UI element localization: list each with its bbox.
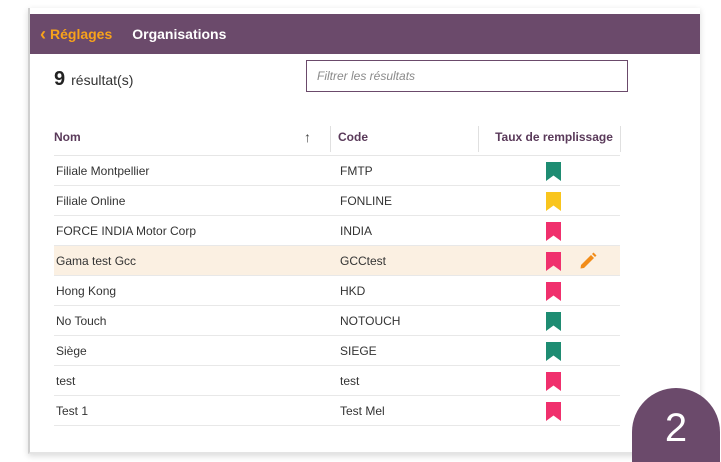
results-count: 9 xyxy=(54,68,66,90)
top-bar: ‹ Réglages Organisations xyxy=(30,14,700,54)
cell-name: Gama test Gcc xyxy=(56,254,137,268)
bookmark-icon xyxy=(546,372,561,391)
step-number-badge: 2 xyxy=(632,388,720,462)
back-link[interactable]: ‹ Réglages xyxy=(40,25,112,43)
app-frame: ‹ Réglages Organisations 9 résultat(s) N… xyxy=(28,8,700,454)
cell-name: test xyxy=(56,374,76,388)
cell-code: FONLINE xyxy=(340,194,393,208)
cell-code: Test Mel xyxy=(340,404,385,418)
cell-code: INDIA xyxy=(340,224,373,238)
results-summary: 9 résultat(s) xyxy=(54,68,133,91)
column-header-fill-rate[interactable]: Taux de remplissage xyxy=(484,118,624,156)
cell-name: Filiale Online xyxy=(56,194,126,208)
bookmark-icon xyxy=(546,162,561,181)
table-row[interactable]: Filiale Montpellier FMTP xyxy=(54,156,620,186)
bookmark-icon xyxy=(546,192,561,211)
pencil-icon[interactable] xyxy=(578,251,598,271)
column-separator xyxy=(478,126,479,152)
bookmark-icon xyxy=(546,252,561,271)
filter-input[interactable] xyxy=(306,60,628,92)
table-body: Filiale Montpellier FMTP Filiale Online FON… xyxy=(54,156,620,426)
table-row[interactable]: Siège SIEGE xyxy=(54,336,620,366)
table-row[interactable]: Hong Kong HKD xyxy=(54,276,620,306)
cell-name: No Touch xyxy=(56,314,107,328)
table-row[interactable]: No Touch NOTOUCH xyxy=(54,306,620,336)
sort-ascending-icon[interactable]: ↑ xyxy=(304,118,311,156)
table-row[interactable]: Filiale Online FONLINE xyxy=(54,186,620,216)
back-label: Réglages xyxy=(50,26,113,42)
cell-code: NOTOUCH xyxy=(340,314,401,328)
column-separator xyxy=(620,126,621,152)
cell-code: FMTP xyxy=(340,164,373,178)
column-header-code[interactable]: Code xyxy=(338,118,368,156)
table-row[interactable]: FORCE INDIA Motor Corp INDIA xyxy=(54,216,620,246)
bookmark-icon xyxy=(546,312,561,331)
bookmark-icon xyxy=(546,342,561,361)
cell-name: Filiale Montpellier xyxy=(56,164,150,178)
cell-name: FORCE INDIA Motor Corp xyxy=(56,224,197,238)
results-label: résultat(s) xyxy=(71,72,134,88)
cell-code: HKD xyxy=(340,284,366,298)
cell-name: Siège xyxy=(56,344,87,358)
table-header: Nom ↑ Code Taux de remplissage xyxy=(54,118,621,156)
cell-code: GCCtest xyxy=(340,254,387,268)
column-header-name[interactable]: Nom xyxy=(54,118,330,156)
column-separator xyxy=(330,126,331,152)
cell-code: test xyxy=(340,374,360,388)
bookmark-icon xyxy=(546,282,561,301)
cell-code: SIEGE xyxy=(340,344,377,358)
cell-name: Hong Kong xyxy=(56,284,117,298)
table-row[interactable]: Test 1 Test Mel xyxy=(54,396,620,426)
bookmark-icon xyxy=(546,402,561,421)
chevron-left-icon: ‹ xyxy=(40,24,46,44)
page-title: Organisations xyxy=(132,26,227,42)
table-row[interactable]: test test xyxy=(54,366,620,396)
table-row[interactable]: Gama test Gcc GCCtest xyxy=(54,246,620,276)
cell-name: Test 1 xyxy=(56,404,89,418)
bookmark-icon xyxy=(546,222,561,241)
